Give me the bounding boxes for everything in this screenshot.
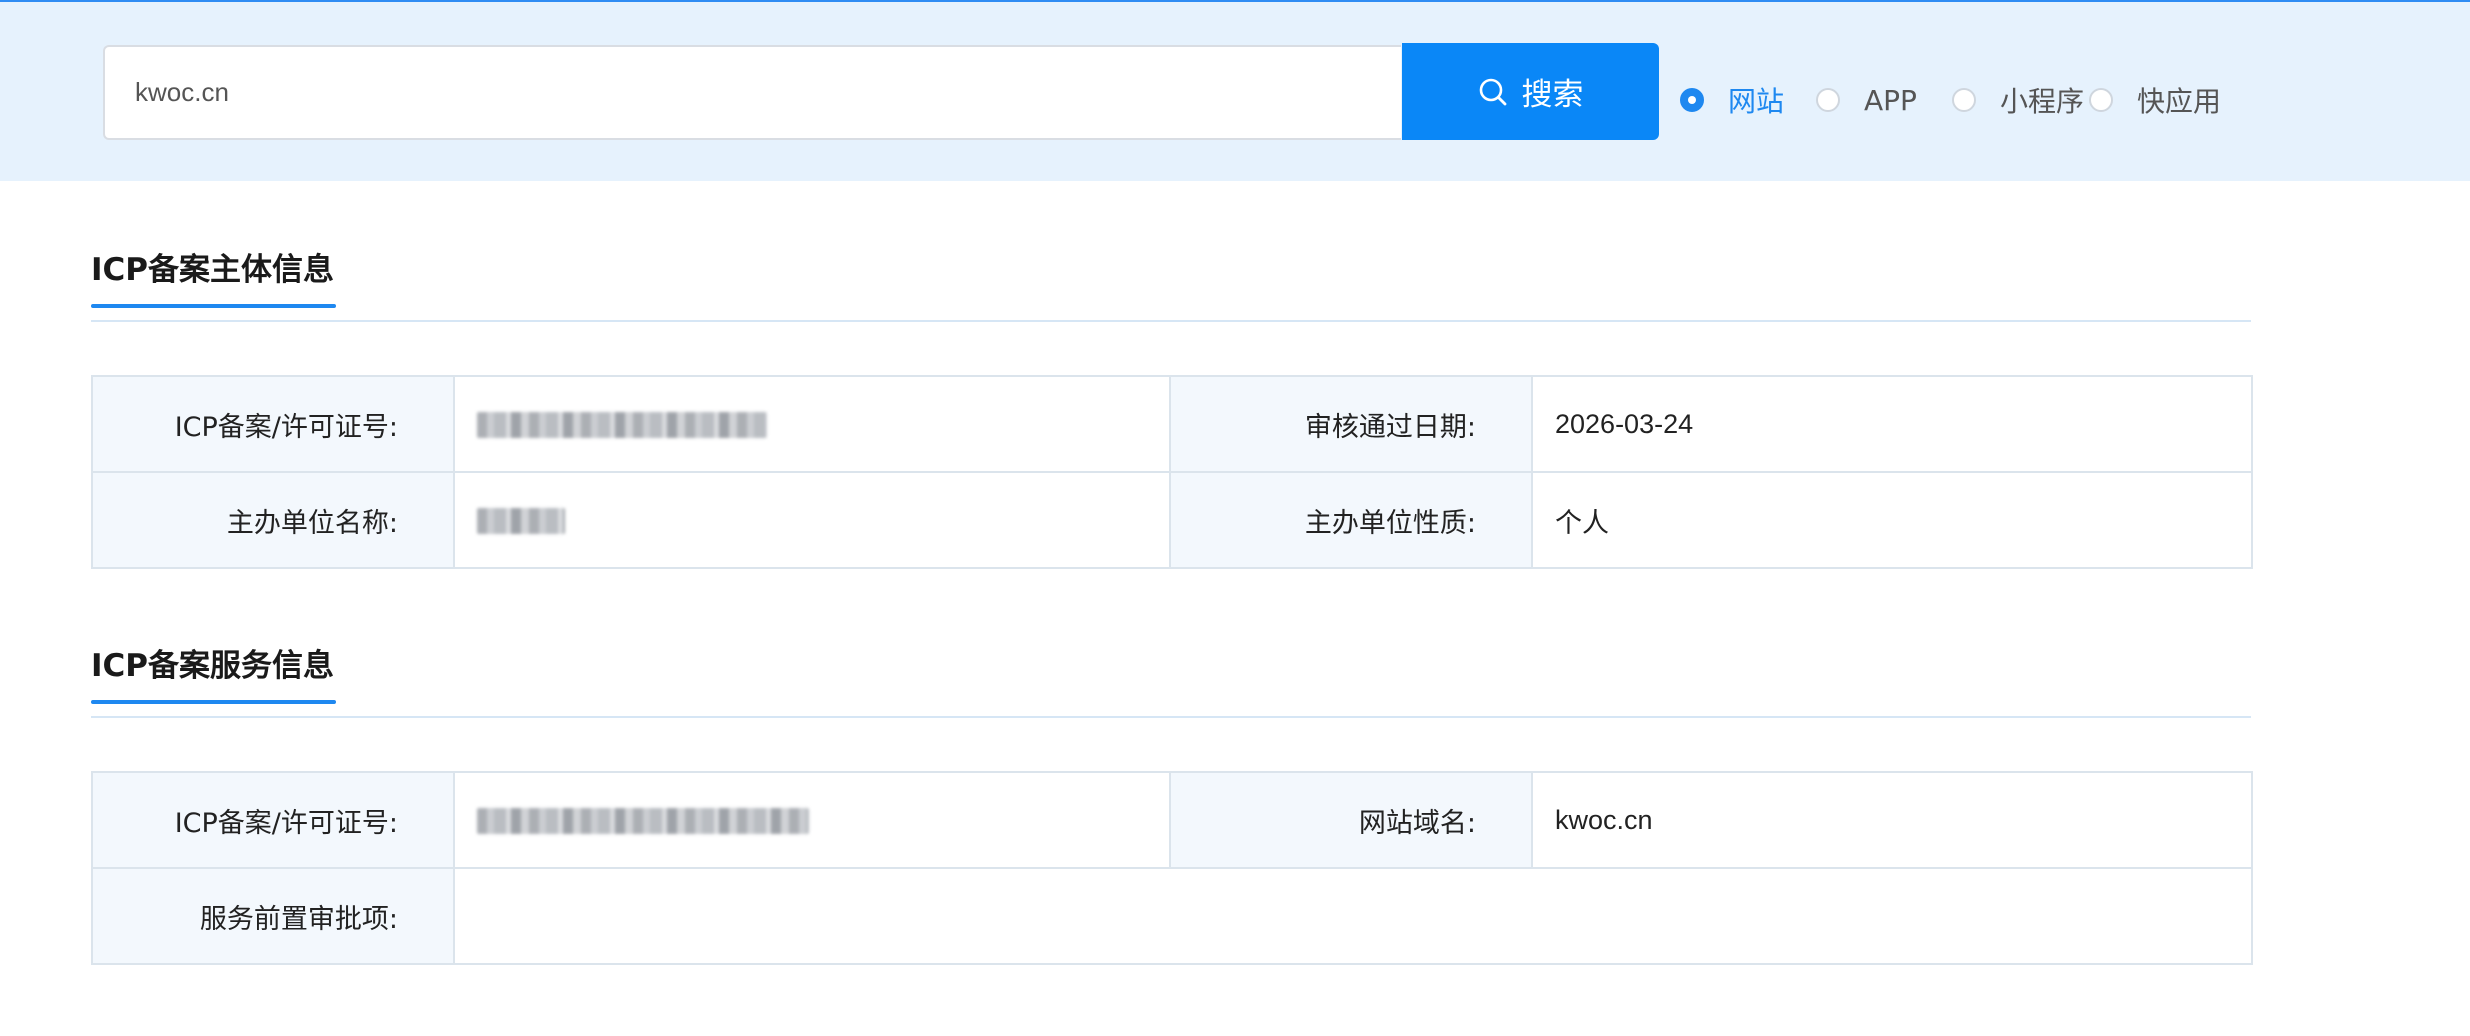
organizer-name-value: [453, 471, 1171, 569]
pre-approval-label: 服务前置审批项:: [91, 867, 455, 965]
license-number-value: [453, 375, 1171, 473]
radio-mini-program-label: 小程序: [2000, 85, 2085, 118]
organizer-type-label: 主办单位性质:: [1169, 471, 1533, 569]
radio-website[interactable]: 网站: [1680, 78, 1784, 122]
service-info-table: ICP备案/许可证号: 网站域名: kwoc.cn 服务前置审批项:: [91, 771, 2253, 965]
table-row: ICP备案/许可证号: 网站域名: kwoc.cn: [91, 771, 2253, 869]
radio-unchecked-icon: [2089, 88, 2113, 112]
radio-mini-program[interactable]: 小程序: [1952, 78, 2084, 122]
pre-approval-value: [453, 867, 2253, 965]
search-band: 搜索 网站 APP 小程序 快应用: [0, 2, 2470, 181]
redacted-service-license-number: [477, 808, 809, 835]
organizer-type-value: 个人: [1531, 471, 2253, 569]
table-row: ICP备案/许可证号: 审核通过日期: 2026-03-24: [91, 375, 2253, 473]
organizer-name-label: 主办单位名称:: [91, 471, 455, 569]
section-title-service: ICP备案服务信息: [91, 648, 335, 684]
radio-app[interactable]: APP: [1816, 78, 1917, 122]
approval-date-label: 审核通过日期:: [1169, 375, 1533, 473]
search-input[interactable]: [103, 45, 1401, 140]
domain-label: 网站域名:: [1169, 771, 1533, 869]
table-row: 服务前置审批项:: [91, 867, 2253, 965]
entity-info-table: ICP备案/许可证号: 审核通过日期: 2026-03-24 主办单位名称: 主…: [91, 375, 2253, 569]
table-row: 主办单位名称: 主办单位性质: 个人: [91, 471, 2253, 569]
domain-value: kwoc.cn: [1531, 771, 2253, 869]
service-license-number-label: ICP备案/许可证号:: [91, 771, 455, 869]
radio-unchecked-icon: [1816, 88, 1840, 112]
radio-quick-app-label: 快应用: [2137, 85, 2222, 118]
redacted-license-number: [477, 412, 767, 439]
redacted-organizer-name: [477, 508, 565, 535]
section-divider: [91, 320, 2251, 322]
section-divider: [91, 716, 2251, 718]
approval-date-value: 2026-03-24: [1531, 375, 2253, 473]
radio-website-label: 网站: [1728, 85, 1785, 118]
radio-unchecked-icon: [1952, 88, 1976, 112]
section-title-underline: [91, 700, 336, 704]
section-title-entity: ICP备案主体信息: [91, 252, 335, 288]
search-button[interactable]: 搜索: [1402, 43, 1659, 140]
search-icon: [1478, 77, 1508, 107]
radio-app-label: APP: [1864, 83, 1917, 117]
radio-checked-icon: [1680, 88, 1704, 112]
section-title-underline: [91, 304, 336, 308]
license-number-label: ICP备案/许可证号:: [91, 375, 455, 473]
radio-quick-app[interactable]: 快应用: [2089, 78, 2221, 122]
search-button-label: 搜索: [1521, 77, 1584, 113]
service-license-number-value: [453, 771, 1171, 869]
